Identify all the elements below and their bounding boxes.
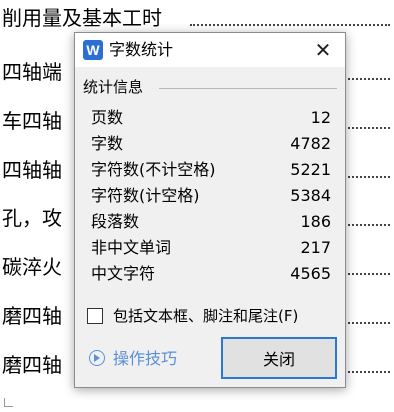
paragraph-corner-mark (4, 398, 13, 407)
stat-label: 字数 (91, 134, 124, 153)
stat-row-non-chinese-words: 非中文单词 217 (91, 235, 331, 261)
stat-value: 5384 (290, 186, 331, 205)
stat-value: 4565 (290, 264, 331, 283)
stat-value: 4782 (290, 134, 331, 153)
tips-link[interactable]: 操作技巧 (89, 347, 209, 371)
stat-label: 字符数(不计空格) (91, 160, 216, 179)
group-divider (159, 88, 337, 89)
stat-label: 段落数 (91, 212, 140, 231)
wps-writer-icon: W (83, 40, 103, 60)
stat-row-chinese-chars: 中文字符 4565 (91, 261, 331, 287)
include-textboxes-label[interactable]: 包括文本框、脚注和尾注(F) (113, 305, 298, 327)
stat-label: 非中文单词 (91, 238, 172, 257)
play-circle-icon (89, 350, 105, 366)
stat-value: 5221 (290, 160, 331, 179)
close-icon[interactable]: ✕ (301, 33, 345, 67)
stat-label: 页数 (91, 108, 124, 127)
tips-label[interactable]: 操作技巧 (113, 347, 177, 371)
stat-label: 中文字符 (91, 264, 156, 283)
stat-row-chars-no-spaces: 字符数(不计空格) 5221 (91, 157, 331, 183)
stat-value: 12 (310, 108, 331, 127)
stat-label: 字符数(计空格) (91, 186, 200, 205)
close-button[interactable]: 关闭 (221, 337, 337, 379)
word-count-dialog: W 字数统计 ✕ 统计信息 页数 12 字数 4782 字符数(不计空格) 52… (74, 32, 346, 388)
dialog-title: 字数统计 (109, 40, 174, 59)
stat-row-chars-with-spaces: 字符数(计空格) 5384 (91, 183, 331, 209)
group-label-statistics: 统计信息 (83, 78, 144, 96)
stat-value: 186 (300, 212, 331, 231)
stat-row-pages: 页数 12 (91, 105, 331, 131)
include-textboxes-checkbox[interactable] (87, 308, 103, 324)
stat-row-paragraphs: 段落数 186 (91, 209, 331, 235)
stat-row-words: 字数 4782 (91, 131, 331, 157)
include-textboxes-option[interactable]: 包括文本框、脚注和尾注(F) (87, 305, 343, 327)
dialog-titlebar[interactable]: W 字数统计 ✕ (75, 33, 345, 67)
stat-value: 217 (300, 238, 331, 257)
